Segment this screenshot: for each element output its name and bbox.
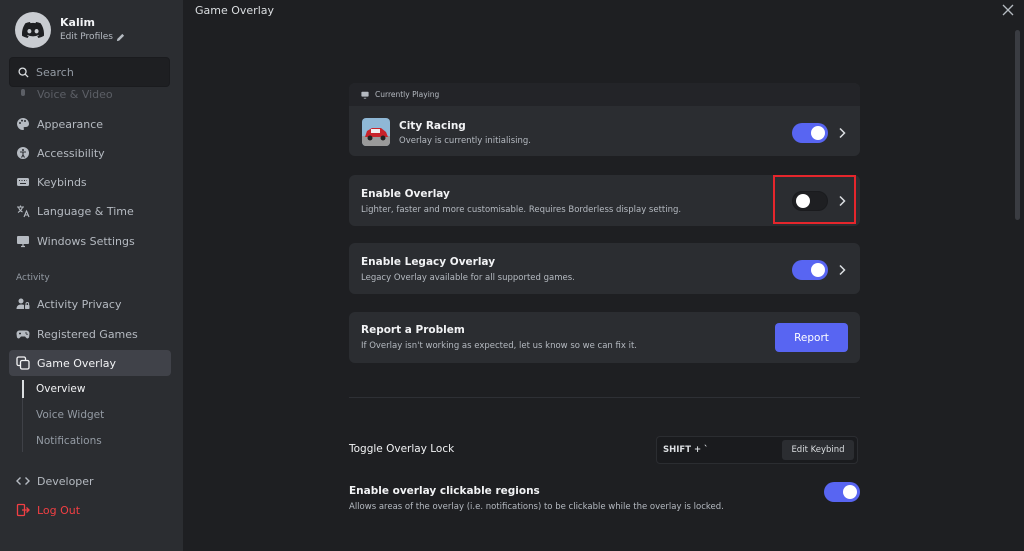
pencil-icon	[116, 33, 125, 41]
game-overlay-toggle[interactable]	[792, 123, 828, 143]
scrollbar-thumb[interactable]	[1015, 30, 1020, 220]
person-lock-icon	[16, 297, 30, 311]
legacy-overlay-desc: Legacy Overlay available for all support…	[361, 273, 575, 283]
highlight-annotation	[773, 175, 856, 224]
sidebar-item-keybinds[interactable]: Keybinds	[9, 169, 171, 195]
game-name: City Racing	[399, 120, 466, 132]
sidebar-item-label: Voice & Video	[37, 87, 113, 101]
sub-item-track	[22, 398, 23, 452]
legacy-overlay-title: Enable Legacy Overlay	[361, 256, 496, 268]
sidebar-item-game-overlay[interactable]: Game Overlay	[9, 350, 171, 376]
translate-icon	[16, 204, 30, 218]
legacy-overlay-card	[349, 243, 860, 294]
profile-header[interactable]: Kalim Edit Profiles	[15, 10, 125, 50]
avatar[interactable]	[15, 12, 51, 48]
game-thumbnail	[362, 118, 390, 146]
close-icon[interactable]	[1001, 3, 1015, 17]
sidebar-section-activity: Activity	[16, 273, 50, 283]
sidebar-item-language-time[interactable]: Language & Time	[9, 198, 171, 224]
sidebar-item-label: Windows Settings	[37, 234, 135, 248]
sidebar-item-label: Log Out	[37, 503, 81, 517]
keyboard-icon	[16, 175, 30, 189]
sub-item-indicator	[22, 380, 24, 398]
edit-profiles-label: Edit Profiles	[60, 32, 113, 42]
search-input[interactable]	[36, 65, 156, 79]
game-status: Overlay is currently initialising.	[399, 136, 532, 146]
monitor-icon	[16, 234, 30, 248]
sidebar-item-label: Activity Privacy	[37, 297, 122, 311]
keybind-value: SHIFT + `	[663, 445, 709, 455]
legacy-overlay-toggle[interactable]	[792, 260, 828, 280]
microphone-icon	[16, 87, 30, 101]
section-divider	[349, 397, 860, 398]
edit-keybind-button[interactable]: Edit Keybind	[782, 440, 854, 460]
sidebar-item-windows-settings[interactable]: Windows Settings	[9, 228, 171, 254]
report-problem-title: Report a Problem	[361, 324, 465, 336]
discord-logo-icon	[22, 22, 44, 38]
search-icon	[18, 66, 29, 78]
sidebar-item-registered-games[interactable]: Registered Games	[9, 321, 171, 347]
card-header: Currently Playing	[349, 83, 860, 106]
sidebar-item-label: Game Overlay	[37, 356, 117, 370]
sidebar-item-label: Keybinds	[37, 175, 87, 189]
toggle-lock-title: Toggle Overlay Lock	[349, 443, 455, 455]
sidebar-item-logout[interactable]: Log Out	[9, 497, 171, 523]
clickable-regions-toggle[interactable]	[824, 482, 860, 502]
sidebar-item-label: Registered Games	[37, 327, 138, 341]
report-button[interactable]: Report	[775, 323, 848, 352]
chevron-right-icon[interactable]	[837, 127, 847, 139]
monitor-icon	[361, 91, 369, 99]
clickable-regions-desc: Allows areas of the overlay (i.e. notifi…	[349, 502, 724, 512]
page-title: Game Overlay	[195, 4, 275, 17]
settings-sidebar: Kalim Edit Profiles Voice & Video Appear…	[0, 0, 183, 551]
code-icon	[16, 474, 30, 488]
chevron-right-icon[interactable]	[837, 264, 847, 276]
enable-overlay-desc: Lighter, faster and more customisable. R…	[361, 205, 682, 215]
enable-overlay-title: Enable Overlay	[361, 188, 450, 200]
edit-profiles-link[interactable]: Edit Profiles	[60, 30, 125, 44]
palette-icon	[16, 117, 30, 131]
gamepad-icon	[16, 327, 30, 341]
sidebar-item-label: Appearance	[37, 117, 104, 131]
sidebar-item-label: Accessibility	[37, 146, 105, 160]
logout-icon	[16, 503, 30, 517]
currently-playing-label: Currently Playing	[375, 90, 440, 99]
profile-name: Kalim	[60, 16, 95, 29]
sidebar-item-activity-privacy[interactable]: Activity Privacy	[9, 291, 171, 317]
report-problem-desc: If Overlay isn't working as expected, le…	[361, 341, 637, 351]
sub-item-notifications[interactable]: Notifications	[36, 435, 102, 447]
sidebar-item-label: Language & Time	[37, 204, 134, 218]
sidebar-item-appearance[interactable]: Appearance	[9, 111, 171, 137]
keybind-field[interactable]: SHIFT + ` Edit Keybind	[656, 436, 858, 464]
sidebar-item-voice-video[interactable]: Voice & Video	[9, 81, 171, 107]
sidebar-item-developer[interactable]: Developer	[9, 468, 171, 494]
sub-item-voice-widget[interactable]: Voice Widget	[36, 409, 104, 421]
overlay-icon	[16, 356, 30, 370]
accessibility-icon	[16, 146, 30, 160]
sidebar-item-label: Developer	[37, 474, 94, 488]
sidebar-item-accessibility[interactable]: Accessibility	[9, 140, 171, 166]
sub-item-overview[interactable]: Overview	[36, 383, 85, 395]
clickable-regions-title: Enable overlay clickable regions	[349, 485, 540, 497]
